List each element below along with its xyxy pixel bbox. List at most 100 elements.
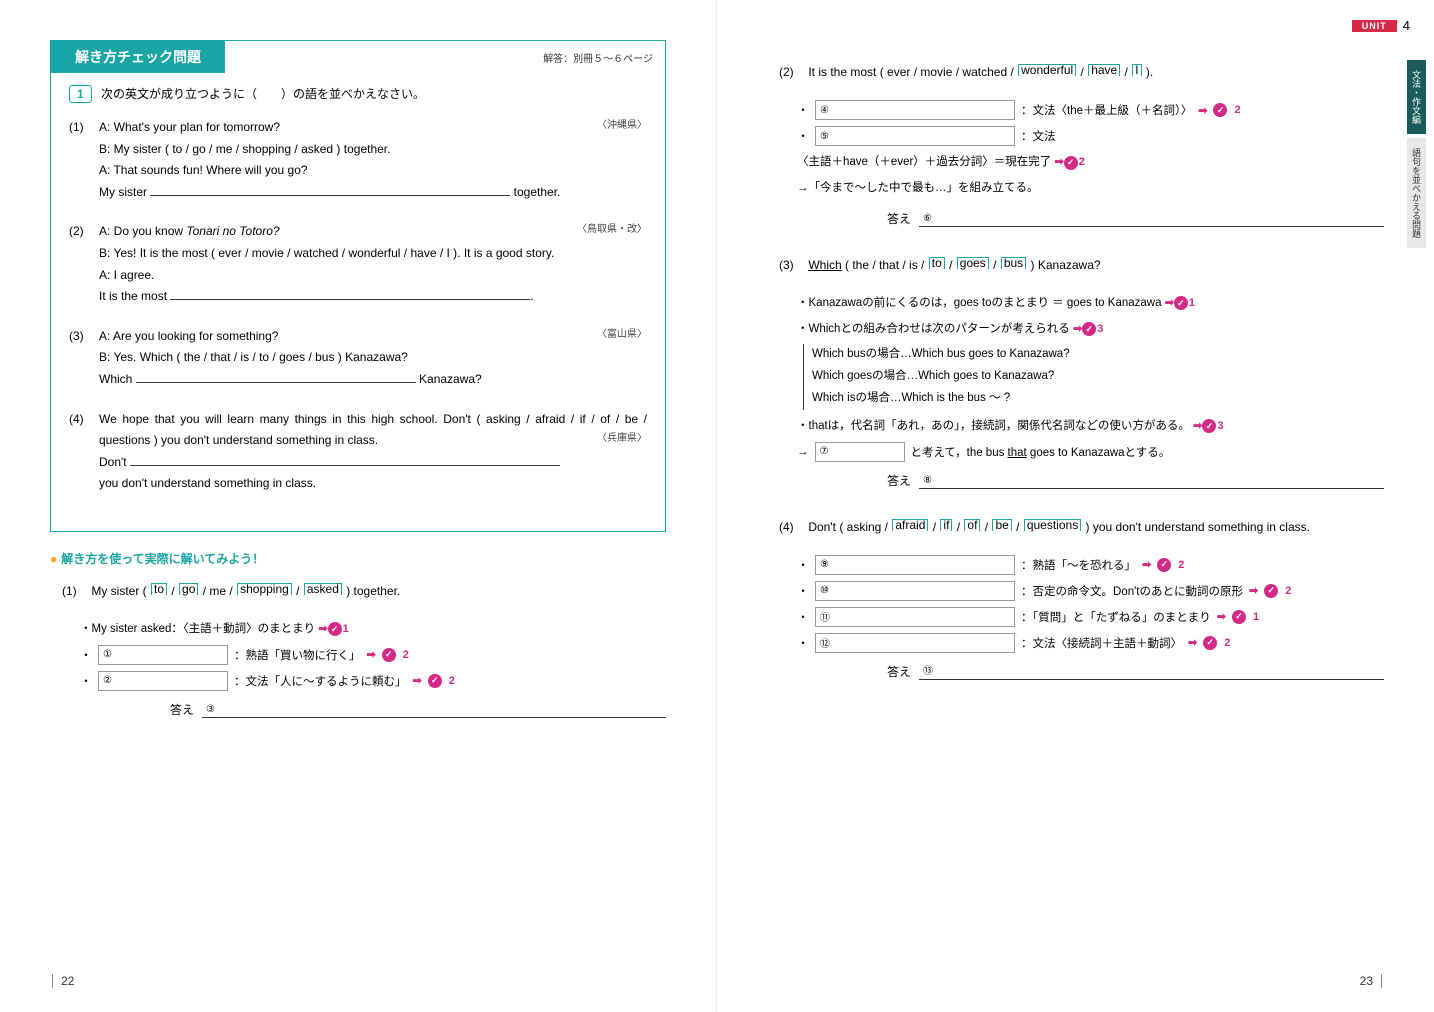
q2-line-b: B: Yes! It is the most ( ever / movie / … [99,243,647,265]
question-4: (4) We hope that you will learn many thi… [99,409,647,495]
word-have: have [1088,64,1120,76]
check-title: 解き方チェック問題 [51,41,225,73]
arrow-icon: ➡ [413,674,422,687]
q4-line-a: We hope that you will learn many things … [99,409,647,452]
q3-line-a: A: Are you looking for something? [99,326,647,348]
word-wonderful: wonderful [1018,64,1076,76]
practice-1: (1) My sister ( to / go / me / shopping … [62,579,666,603]
word-i: I [1132,64,1141,76]
p3-num: (3) [779,253,805,277]
question-2: (2) 〈鳥取県・改〉 A: Do you know Tonari no Tot… [99,221,647,307]
p1-input-2[interactable]: ② [98,671,228,691]
arrow-icon: ➡ [1249,584,1258,597]
arrow-icon: ➡ [1142,558,1151,571]
p2-num: (2) [779,60,805,84]
check-icon: ✓ [1203,636,1217,650]
word-asked: asked [304,583,342,595]
q2-line-c: A: I agree. [99,265,647,287]
arrow-icon: ➡ [1217,610,1226,623]
p2-input-2[interactable]: ⑤ [815,126,1015,146]
practice-3: (3) Which ( the / that / is / to / goes … [779,253,1384,277]
check-icon: ✓ [382,648,396,662]
q3-blank-row: Which Kanazawa? [99,369,647,391]
q4-blank[interactable] [130,452,560,466]
q1-line-b: B: My sister ( to / go / me / shopping /… [99,139,647,161]
q1-line-a: A: What's your plan for tomorrow? [99,117,647,139]
q3-blank[interactable] [136,369,416,383]
q4-prefecture: 〈兵庫県〉 [597,430,647,448]
word-afraid: afraid [892,519,928,531]
word-be: be [992,519,1011,531]
practice-4: (4) Don't ( asking / afraid / if / of / … [779,515,1384,539]
p4-input-1[interactable]: ⑨ [815,555,1015,575]
p3-answer-blank[interactable]: ⑧ [919,488,1384,489]
p4-input-2[interactable]: ⑩ [815,581,1015,601]
p4-hint-3: ・⑪ ：「質問」と「たずねる」のまとまり ➡✓1 [797,607,1384,627]
p4-input-4[interactable]: ⑫ [815,633,1015,653]
word-to: to [151,583,167,595]
arrow-icon: ➡ [1188,636,1197,649]
check-icon: ✓ [428,674,442,688]
word-to2: to [929,257,945,269]
p3-line4: → ⑦ と考えて，the bus that goes to Kanazawaとす… [797,442,1384,462]
question-1: (1) 〈沖縄県〉 A: What's your plan for tomorr… [99,117,647,203]
p2-hint-1: ・ ④ ：文法〈the＋最上級（＋名詞）〉 ➡✓2 [797,100,1384,120]
p1-answer: 答え ③ [170,701,666,718]
page-number-left: 22 [48,974,74,988]
p4-answer: 答え ⑬ [887,663,1384,680]
arrow-icon: ➡ [1193,420,1202,432]
q4-label: (4) [69,409,84,431]
check-problem-box: 解き方チェック問題 解答：別冊５〜６ページ 1 次の英文が成り立つように（ ）の… [50,40,666,532]
word-questions: questions [1024,519,1081,531]
q1-prefecture: 〈沖縄県〉 [597,117,647,135]
arrow-icon: ➡ [367,648,376,661]
question-3: (3) 〈富山県〉 A: Are you looking for somethi… [99,326,647,391]
check-icon: ✓ [1082,322,1096,336]
practice-title: 解き方を使って実際に解いてみよう！ [50,550,666,567]
p4-hint-1: ・⑨ ：熟語「〜を恐れる」 ➡✓2 [797,555,1384,575]
check-icon: ✓ [1202,419,1216,433]
q2-blank[interactable] [170,286,530,300]
p3-input-1[interactable]: ⑦ [815,442,905,462]
page-number-right: 23 [1360,974,1386,988]
p2-extra1: 〈主語＋have（＋ever）＋過去分詞〉＝現在完了 ➡✓2 [797,152,1384,174]
check-header: 解き方チェック問題 解答：別冊５〜６ページ [51,41,665,73]
p4-answer-blank[interactable]: ⑬ [919,679,1384,680]
p3-line1: ・Kanazawaの前にくるのは，goes toのまとまり ＝ goes to … [797,293,1384,315]
p4-hint-2: ・⑩ ：否定の命令文。Don'tのあとに動詞の原形 ➡✓2 [797,581,1384,601]
check-icon: ✓ [1064,156,1078,170]
page-left: 解き方チェック問題 解答：別冊５〜６ページ 1 次の英文が成り立つように（ ）の… [0,0,717,1012]
q4-trail: you don't understand something in class. [99,473,647,495]
q2-label: (2) [69,221,84,243]
q2-blank-row: It is the most . [99,286,647,308]
word-shopping: shopping [237,583,292,595]
p1-answer-blank[interactable]: ③ [202,717,666,718]
check-icon: ✓ [1157,558,1171,572]
word-of: of [964,519,980,531]
answer-ref: 解答：別冊５〜６ページ [543,50,665,65]
word-if: if [940,519,952,531]
instruction-row: 1 次の英文が成り立つように（ ）の語を並べかえなさい。 [69,85,647,103]
arrow-icon: ➡ [1073,323,1082,335]
q1-blank[interactable] [150,182,510,196]
q1-line-c: A: That sounds fun! Where will you go? [99,160,647,182]
p2-answer: 答え ⑥ [887,210,1384,227]
side-tabs: 文法・作文編 語句を並べかえる問題 [1407,60,1426,248]
p2-input-1[interactable]: ④ [815,100,1015,120]
p1-input-1[interactable]: ① [98,645,228,665]
p4-hint-4: ・⑫ ：文法〈接続詞＋主語＋動詞〉 ➡✓2 [797,633,1384,653]
q2-line-a: A: Do you know Tonari no Totoro? [99,221,647,243]
p1-hint-2: ・ ② ：文法「人に〜するように頼む」 ➡✓2 [80,671,666,691]
p4-input-3[interactable]: ⑪ [815,607,1015,627]
instruction-text: 次の英文が成り立つように（ ）の語を並べかえなさい。 [101,87,425,101]
p2-hint-2: ・ ⑤ ：文法 [797,126,1384,146]
q2-prefecture: 〈鳥取県・改〉 [577,221,647,239]
p3-line3: ・thatは，代名詞「あれ，あの」，接続詞，関係代名詞などの使い方がある。 ➡✓… [797,416,1384,438]
q1-blank-row: My sister together. [99,182,647,204]
p1-num: (1) [62,579,88,603]
q3-line-b: B: Yes. Which ( the / that / is / to / g… [99,347,647,369]
p2-extra2: →「今まで〜した中で最も…」を組み立てる。 [797,178,1384,200]
p3-brace: Which busの場合…Which bus goes to Kanazawa?… [803,344,1384,410]
p1-lead-hint: ・My sister asked：〈主語＋動詞〉のまとまり ➡✓1 [80,619,666,641]
p2-answer-blank[interactable]: ⑥ [919,226,1384,227]
